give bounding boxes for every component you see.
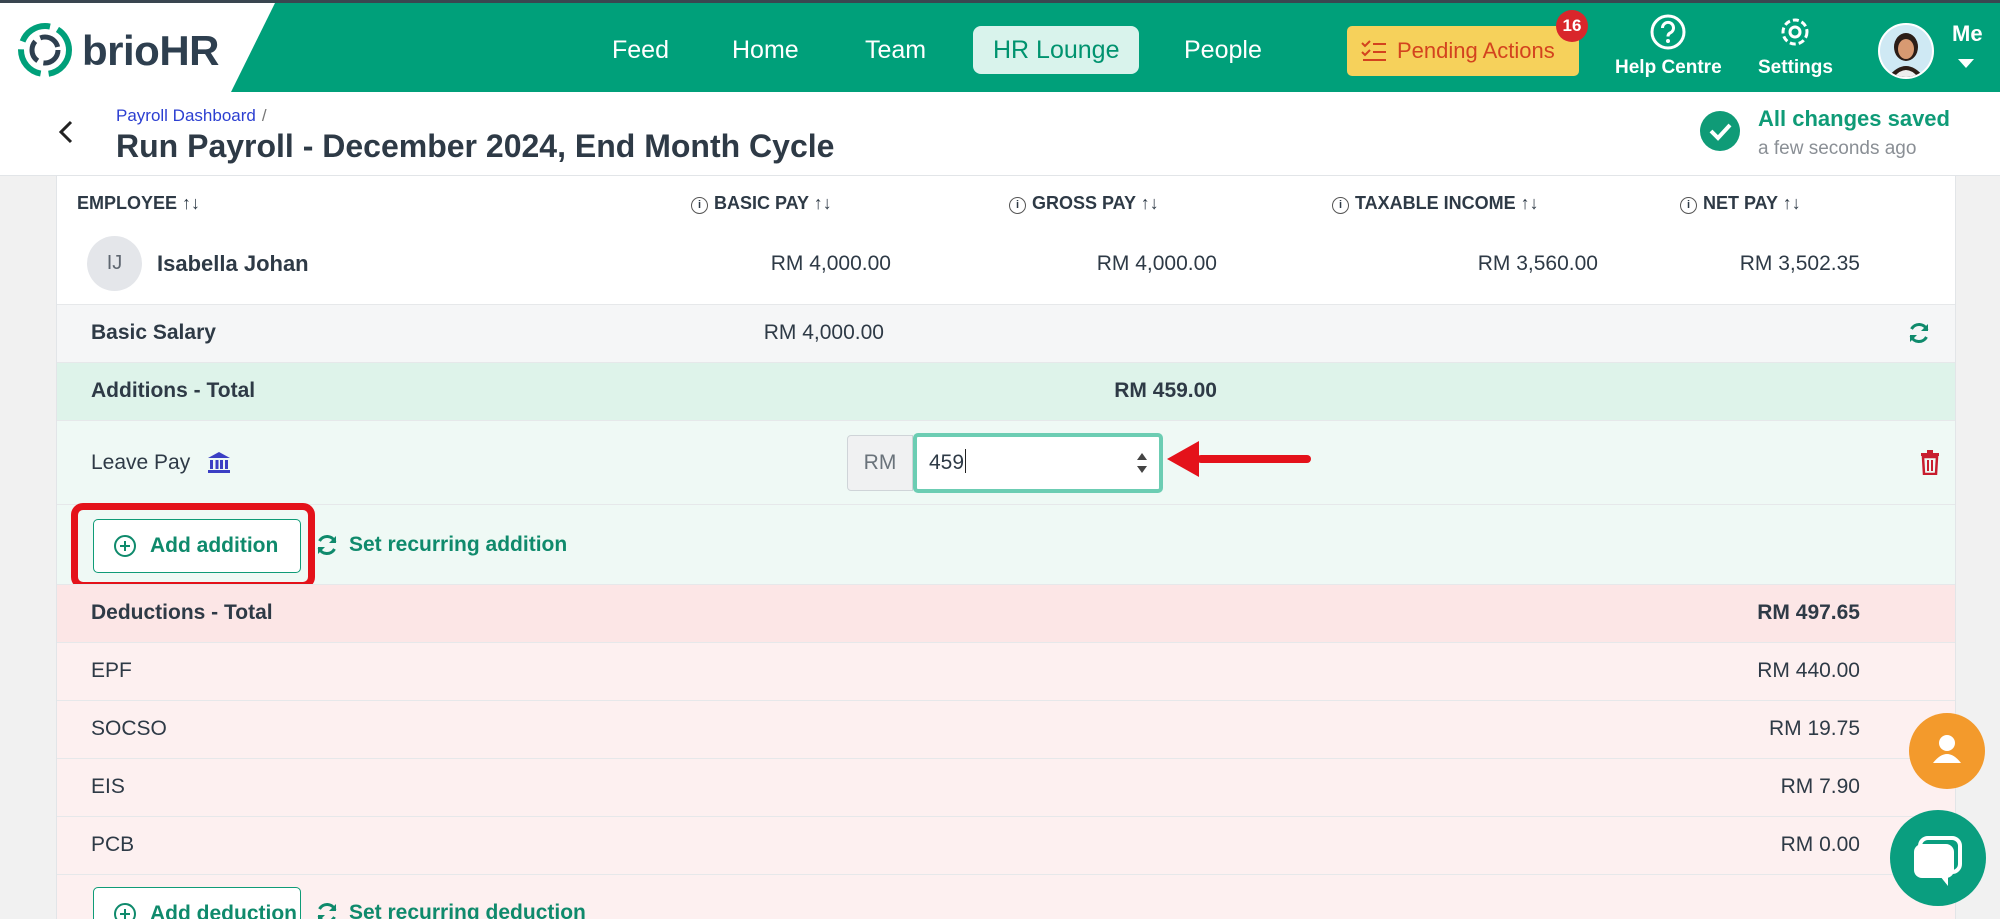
person-icon xyxy=(1933,735,1961,763)
payroll-employee-card: EMPLOYEE ↑↓ i BASIC PAY ↑↓ i GROSS PAY ↑↓ … xyxy=(56,176,1956,919)
profile-fab-button[interactable] xyxy=(1909,713,1985,789)
deductions-total-row: Deductions - Total RM 497.65 xyxy=(57,584,1955,642)
additions-total-row: Additions - Total RM 459.00 xyxy=(57,362,1955,420)
employee-net-pay: RM 3,502.35 xyxy=(1739,252,1860,275)
leave-pay-amount-input[interactable]: 459 xyxy=(913,433,1163,493)
deduction-value: RM 7.90 xyxy=(1780,775,1860,798)
deduction-label: SOCSO xyxy=(91,717,167,740)
settings-label: Settings xyxy=(1758,57,1833,78)
deduction-value: RM 19.75 xyxy=(1768,717,1860,740)
page-title: Run Payroll - December 2024, End Month C… xyxy=(116,128,835,164)
nav-hr-lounge[interactable]: HR Lounge xyxy=(973,26,1140,74)
help-icon xyxy=(1650,14,1686,50)
annotation-arrow-icon xyxy=(1167,441,1311,477)
employee-avatar: IJ xyxy=(87,236,142,291)
help-centre-label: Help Centre xyxy=(1615,57,1722,78)
refresh-icon[interactable] xyxy=(1907,321,1931,345)
column-employee[interactable]: EMPLOYEE ↑↓ xyxy=(77,193,200,214)
deduction-label: EPF xyxy=(91,659,132,682)
set-recurring-addition-link[interactable]: Set recurring addition xyxy=(315,533,567,557)
info-icon[interactable]: i xyxy=(1680,197,1697,214)
chevron-down-icon[interactable] xyxy=(1958,59,1974,68)
add-deduction-label: Add deduction xyxy=(150,902,297,919)
page-header: Payroll Dashboard / Run Payroll - Decembe… xyxy=(0,92,2000,176)
leave-pay-amount-value: 459 xyxy=(929,451,965,474)
deduction-value: RM 440.00 xyxy=(1757,659,1860,682)
basic-salary-label: Basic Salary xyxy=(91,321,216,344)
deduction-label: PCB xyxy=(91,833,135,856)
basic-salary-row: Basic Salary RM 4,000.00 xyxy=(57,304,1955,362)
employee-taxable-income: RM 3,560.00 xyxy=(1477,252,1598,275)
additions-total-label: Additions - Total xyxy=(91,379,256,402)
back-arrow-icon[interactable] xyxy=(52,117,82,147)
column-taxable-income[interactable]: i TAXABLE INCOME ↑↓ xyxy=(1332,193,1539,214)
nav-people[interactable]: People xyxy=(1164,26,1282,74)
brand-name: brio xyxy=(82,27,160,74)
deduction-value: RM 0.00 xyxy=(1780,833,1860,856)
currency-prefix: RM xyxy=(847,435,913,491)
save-status-time: a few seconds ago xyxy=(1758,138,1917,159)
me-label[interactable]: Me xyxy=(1952,21,1983,47)
nav-feed[interactable]: Feed xyxy=(592,26,689,74)
text-cursor xyxy=(965,449,967,473)
plus-circle-icon xyxy=(114,903,136,919)
checklist-icon xyxy=(1361,40,1386,61)
employee-name[interactable]: Isabella Johan xyxy=(157,251,309,277)
check-circle-icon xyxy=(1700,111,1740,151)
settings-button[interactable]: Settings xyxy=(1758,13,1833,79)
deductions-total-label: Deductions - Total xyxy=(91,601,273,624)
breadcrumb-separator: / xyxy=(261,106,267,125)
employee-basic-pay: RM 4,000.00 xyxy=(770,252,891,275)
leave-pay-label: Leave Pay xyxy=(91,451,191,474)
nav-home[interactable]: Home xyxy=(712,26,819,74)
info-icon[interactable]: i xyxy=(1009,197,1026,214)
user-avatar[interactable] xyxy=(1878,23,1934,79)
help-centre-button[interactable]: Help Centre xyxy=(1615,13,1722,79)
add-deduction-button[interactable]: Add deduction xyxy=(93,887,301,919)
deduction-row-eis: EIS RM 7.90 xyxy=(57,758,1955,816)
column-gross-pay[interactable]: i GROSS PAY ↑↓ xyxy=(1009,193,1159,214)
avatar-image-icon xyxy=(1880,25,1932,77)
bank-icon xyxy=(208,452,230,473)
top-navbar: brioHR Feed Home Team HR Lounge People P… xyxy=(0,0,2000,92)
breadcrumb-payroll-dashboard[interactable]: Payroll Dashboard xyxy=(116,106,256,125)
employee-gross-pay: RM 4,000.00 xyxy=(1096,252,1217,275)
deduction-row-epf: EPF RM 440.00 xyxy=(57,642,1955,700)
pending-actions-label: Pending Actions xyxy=(1397,38,1555,63)
column-net-pay[interactable]: i NET PAY ↑↓ xyxy=(1680,193,1801,214)
set-recurring-deduction-link[interactable]: Set recurring deduction xyxy=(315,901,586,919)
breadcrumb: Payroll Dashboard / xyxy=(116,106,267,126)
nav-team[interactable]: Team xyxy=(845,26,946,74)
pending-count-badge: 16 xyxy=(1556,10,1588,42)
deduction-label: EIS xyxy=(91,775,125,798)
pending-actions-button[interactable]: Pending Actions xyxy=(1347,26,1579,76)
brand-suffix: HR xyxy=(159,27,219,74)
delete-trash-icon[interactable] xyxy=(1919,449,1941,475)
deduction-row-socso: SOCSO RM 19.75 xyxy=(57,700,1955,758)
save-status-title: All changes saved xyxy=(1758,106,1950,131)
gear-icon xyxy=(1781,18,1809,46)
info-icon[interactable]: i xyxy=(691,197,708,214)
deduction-row-pcb: PCB RM 0.00 xyxy=(57,816,1955,874)
deductions-total-value: RM 497.65 xyxy=(1757,601,1860,624)
leave-pay-row: Leave Pay RM 459 xyxy=(57,420,1955,504)
deductions-actions-row: Add deduction Set recurring deduction xyxy=(57,874,1955,919)
number-spinner-icon[interactable] xyxy=(1135,449,1149,477)
chat-fab-button[interactable] xyxy=(1890,810,1986,906)
annotation-highlight-box xyxy=(71,503,315,589)
info-icon[interactable]: i xyxy=(1332,197,1349,214)
column-basic-pay[interactable]: i BASIC PAY ↑↓ xyxy=(691,193,832,214)
logo[interactable]: brioHR xyxy=(0,3,275,92)
basic-salary-value: RM 4,000.00 xyxy=(763,321,884,344)
refresh-icon xyxy=(317,534,337,556)
refresh-icon xyxy=(317,902,337,919)
chat-bubble-icon xyxy=(1914,836,1962,886)
additions-actions-row: Add addition Set recurring addition xyxy=(57,503,1955,589)
additions-total-value: RM 459.00 xyxy=(1114,379,1217,402)
brio-logo-icon xyxy=(18,23,72,77)
